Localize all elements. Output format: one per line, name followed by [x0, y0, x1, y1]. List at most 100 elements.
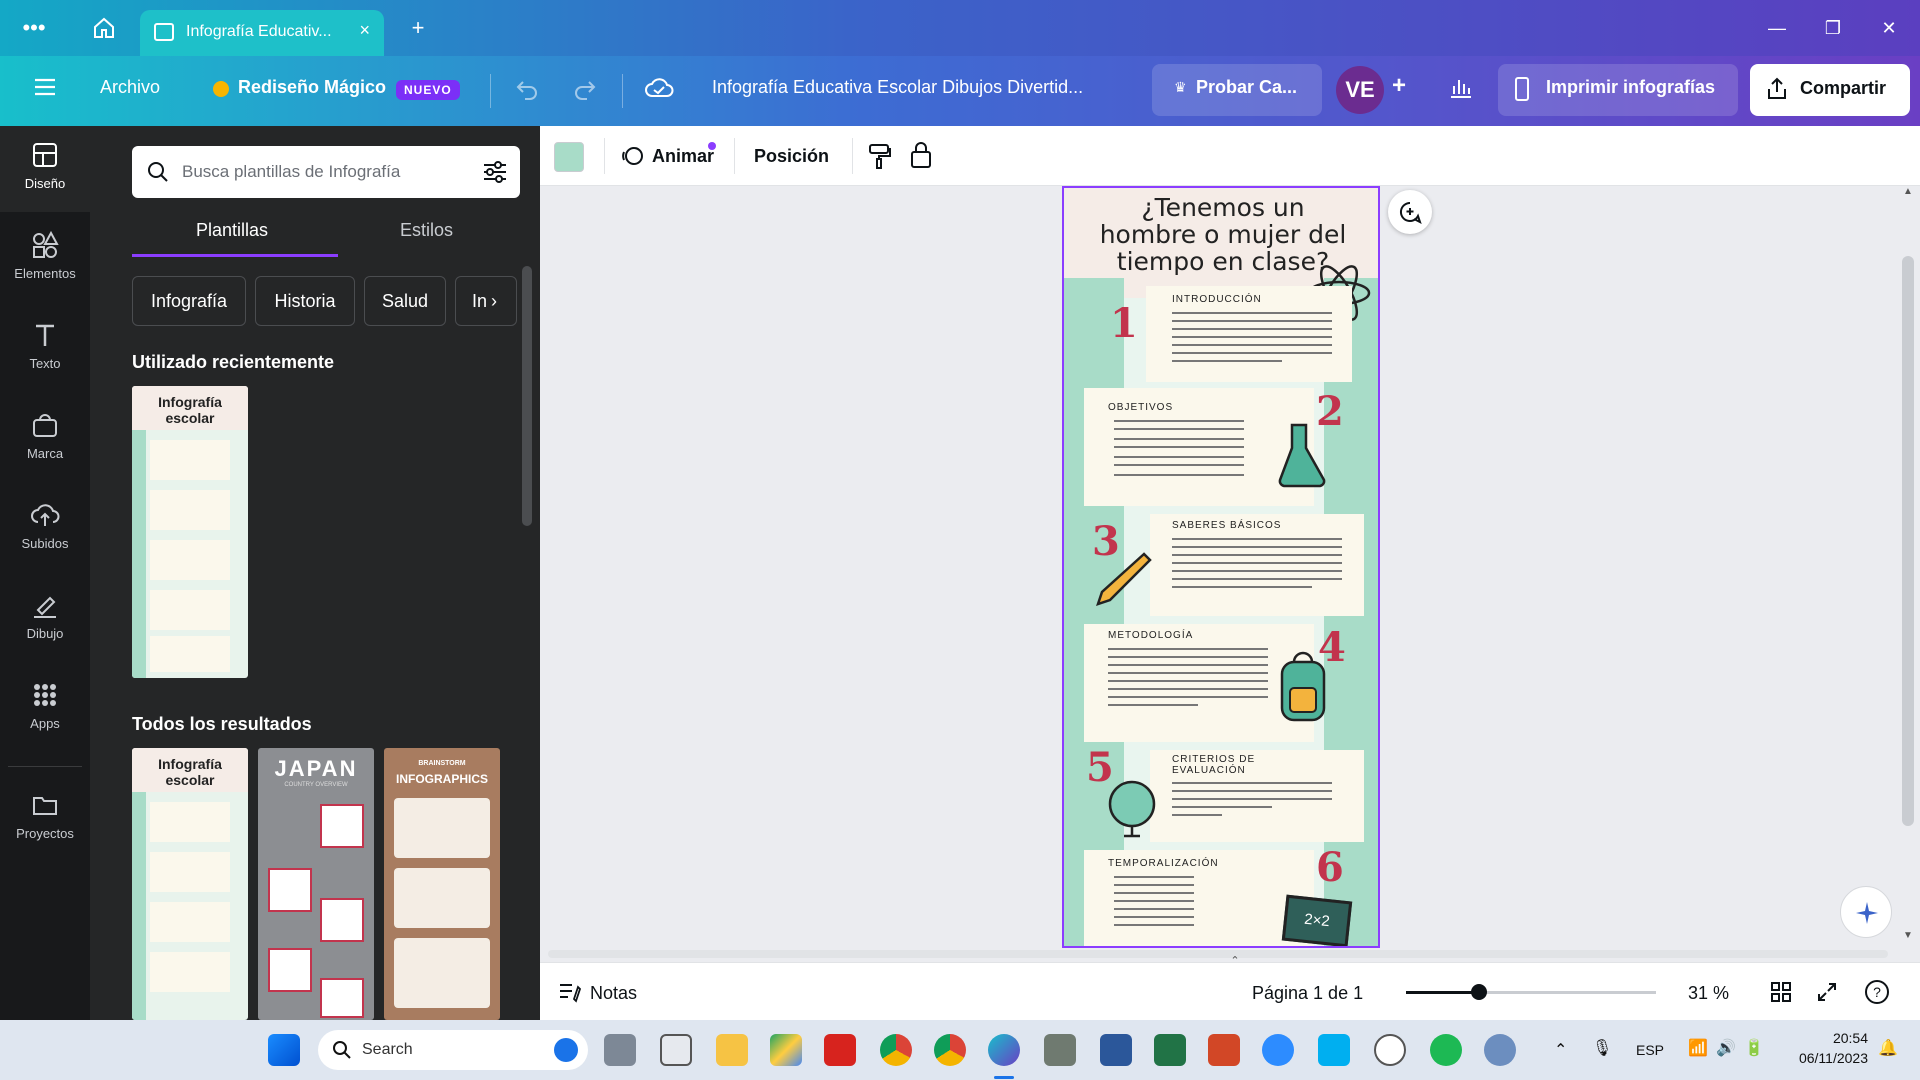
chrome-icon[interactable]: [880, 1034, 912, 1066]
recent-template-thumb[interactable]: Infografía escolar: [132, 386, 248, 678]
result-template-school[interactable]: Infografía escolar: [132, 748, 248, 1020]
language-indicator[interactable]: ESP: [1636, 1042, 1664, 1058]
undo-icon[interactable]: [514, 76, 540, 107]
result-template-japan[interactable]: JAPAN COUNTRY OVERVIEW: [258, 748, 374, 1020]
hamburger-icon[interactable]: [32, 74, 58, 105]
clock-date[interactable]: 06/11/2023: [1784, 1050, 1868, 1066]
design-canvas[interactable]: ¿Tenemos un hombre o mujer del tiempo en…: [540, 186, 1920, 967]
scroll-down-icon[interactable]: ▼: [1902, 930, 1914, 942]
refresh-comment-button[interactable]: [1388, 190, 1432, 234]
minimize-icon[interactable]: —: [1752, 10, 1802, 46]
rail-item-brand[interactable]: Marca: [0, 396, 90, 482]
analytics-icon[interactable]: [1448, 74, 1474, 105]
section-3-heading: SABERES BÁSICOS: [1172, 520, 1282, 531]
zoom-level[interactable]: 31 %: [1688, 983, 1729, 1004]
windows-start-icon[interactable]: [268, 1034, 300, 1066]
filter-icon[interactable]: [482, 160, 508, 184]
panel-scrollbar[interactable]: [522, 266, 532, 526]
print-infographics-button[interactable]: Imprimir infografías: [1498, 64, 1738, 116]
excel-icon[interactable]: [1154, 1034, 1186, 1066]
zoom-app-icon[interactable]: [1262, 1034, 1294, 1066]
text-line: [1172, 790, 1332, 792]
skype-icon[interactable]: [1318, 1034, 1350, 1066]
help-icon[interactable]: ?: [1864, 979, 1890, 1010]
battery-icon[interactable]: 🔋: [1744, 1038, 1764, 1058]
zoom-slider-track[interactable]: [1406, 984, 1656, 1000]
microphone-icon[interactable]: 🎙: [1592, 1038, 1612, 1058]
share-button[interactable]: Compartir: [1750, 64, 1910, 116]
powerpoint-icon[interactable]: [1208, 1034, 1240, 1066]
rail-item-elements[interactable]: Elementos: [0, 216, 90, 302]
chrome-profile-icon[interactable]: [934, 1034, 966, 1066]
document-title[interactable]: Infografía Educativa Escolar Dibujos Div…: [712, 77, 1083, 98]
rail-item-apps[interactable]: Apps: [0, 666, 90, 752]
chevron-up-icon[interactable]: ⌃: [1554, 1040, 1567, 1060]
clock-time[interactable]: 20:54: [1812, 1030, 1868, 1046]
fullscreen-icon[interactable]: [1816, 981, 1838, 1008]
notification-bell-icon[interactable]: 🔔: [1878, 1038, 1898, 1058]
add-collaborator-icon[interactable]: +: [1392, 72, 1406, 100]
horizontal-scrollbar[interactable]: [548, 950, 1888, 958]
file-explorer-icon[interactable]: [716, 1034, 748, 1066]
acrobat-icon[interactable]: [824, 1034, 856, 1066]
canva-icon[interactable]: [988, 1034, 1020, 1066]
magic-redesign-button[interactable]: Rediseño Mágico: [238, 77, 386, 98]
position-button[interactable]: Posición: [754, 146, 829, 167]
avatar[interactable]: VE: [1336, 66, 1384, 114]
thumb-subtitle: INFOGRAPHICS: [395, 772, 488, 786]
browser-tab[interactable]: Infografía Educativ... ×: [140, 10, 384, 56]
rail-item-design[interactable]: Diseño: [0, 126, 90, 212]
page-indicator[interactable]: Página 1 de 1: [1252, 983, 1363, 1004]
close-window-icon[interactable]: ✕: [1864, 10, 1914, 46]
zoom-slider-handle[interactable]: [1470, 984, 1487, 1000]
task-view-icon[interactable]: [604, 1034, 636, 1066]
cloud-saved-icon[interactable]: [644, 76, 674, 107]
lock-icon[interactable]: [908, 140, 934, 175]
scroll-up-icon[interactable]: ▲: [1902, 186, 1914, 198]
thumb-title: Infografía escolar: [158, 394, 222, 426]
chip-historia[interactable]: Historia: [255, 276, 355, 326]
canvas-scrollbar[interactable]: [1902, 256, 1914, 826]
new-tab-icon[interactable]: +: [398, 12, 438, 44]
rail-item-projects[interactable]: Proyectos: [0, 776, 90, 862]
tab-styles[interactable]: Estilos: [400, 220, 453, 241]
google-drive-icon[interactable]: [770, 1034, 802, 1066]
chip-infografia[interactable]: Infografía: [132, 276, 246, 326]
chip-salud[interactable]: Salud: [364, 276, 446, 326]
grid-view-icon[interactable]: [1770, 981, 1792, 1008]
rail-item-text[interactable]: Texto: [0, 306, 90, 392]
close-tab-icon[interactable]: ×: [359, 20, 370, 41]
file-menu[interactable]: Archivo: [100, 77, 160, 98]
search-input[interactable]: Busca plantillas de Infografía: [182, 162, 400, 182]
result-template-brainstorm[interactable]: BRAINSTORM INFOGRAPHICS: [384, 748, 500, 1020]
search-box[interactable]: Busca plantillas de Infografía: [132, 146, 520, 198]
tab-templates[interactable]: Plantillas: [196, 220, 268, 241]
rail-item-draw[interactable]: Dibujo: [0, 576, 90, 662]
wifi-icon[interactable]: 📶: [1688, 1038, 1708, 1058]
upload-icon: [31, 504, 60, 526]
spotify-icon[interactable]: [1430, 1034, 1462, 1066]
rail-item-uploads[interactable]: Subidos: [0, 486, 90, 572]
restore-icon[interactable]: ❐: [1808, 10, 1858, 46]
thumb-block: [150, 440, 230, 480]
word-icon[interactable]: [1100, 1034, 1132, 1066]
snipping-icon[interactable]: [660, 1034, 692, 1066]
taskbar-search[interactable]: Search: [318, 1030, 588, 1070]
infographic-page[interactable]: ¿Tenemos un hombre o mujer del tiempo en…: [1062, 186, 1380, 948]
globe-app-icon[interactable]: [1484, 1034, 1516, 1066]
chevron-right-icon: ›: [491, 291, 498, 311]
browser-menu-icon[interactable]: •••: [14, 12, 54, 44]
redo-icon[interactable]: [572, 76, 598, 107]
divider: [852, 138, 853, 174]
magic-assistant-button[interactable]: [1840, 886, 1892, 938]
animate-button[interactable]: Animar: [652, 146, 714, 167]
color-swatch[interactable]: [554, 142, 584, 172]
rail-label: Dibujo: [26, 626, 64, 641]
paint-format-icon[interactable]: [866, 142, 892, 175]
home-icon[interactable]: [84, 12, 124, 44]
settings-icon[interactable]: [1374, 1034, 1406, 1066]
volume-icon[interactable]: 🔊: [1716, 1038, 1736, 1058]
chip-more[interactable]: In ›: [455, 276, 517, 326]
notes-button[interactable]: Notas: [590, 983, 637, 1004]
game-controller-icon[interactable]: [1044, 1034, 1076, 1066]
